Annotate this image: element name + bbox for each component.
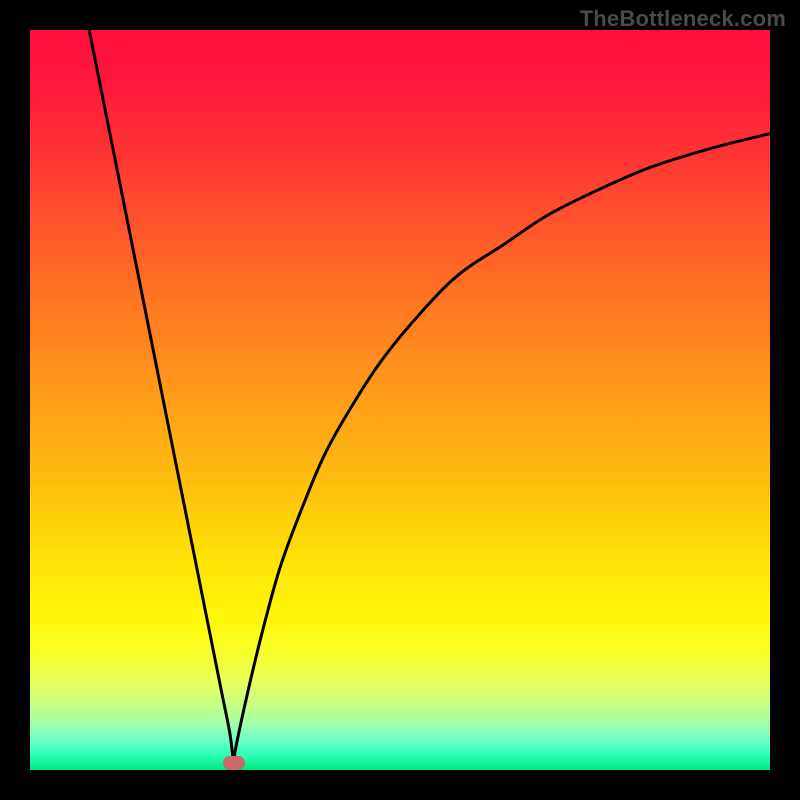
curve-left-branch <box>89 30 233 763</box>
plot-area <box>30 30 770 770</box>
watermark-text: TheBottleneck.com <box>580 6 786 32</box>
minimum-marker <box>223 756 245 770</box>
curve-right-branch <box>234 134 771 763</box>
bottleneck-curve <box>30 30 770 770</box>
chart-frame: TheBottleneck.com <box>0 0 800 800</box>
